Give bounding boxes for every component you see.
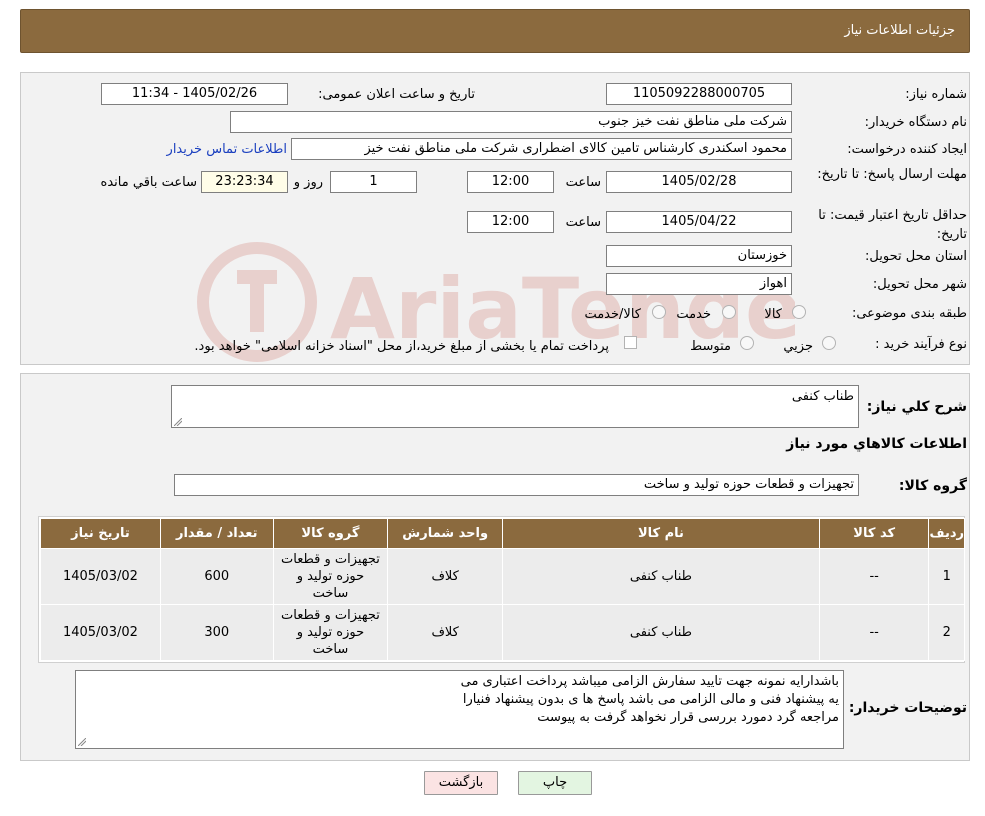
province-field: خوزستان bbox=[606, 245, 792, 267]
general-desc-label: شرح كلي نياز: bbox=[866, 399, 967, 415]
cell-unit: کلاف bbox=[387, 604, 504, 661]
process-minor-label: جزیي bbox=[783, 339, 813, 354]
col-header-product-group: گروه کالا bbox=[272, 518, 389, 549]
city-label: شهر محل تحویل: bbox=[872, 277, 967, 292]
cell-product-group: تجهیزات و قطعات حوزه تولید و ساخت bbox=[272, 548, 389, 605]
col-header-unit: واحد شمارش bbox=[387, 518, 504, 549]
need-number-label: شماره نیاز: bbox=[905, 87, 967, 102]
desc-resize-handle-icon[interactable] bbox=[174, 418, 182, 426]
category-label: طبقه بندی موضوعی: bbox=[851, 306, 967, 321]
category-goods-label: کالا bbox=[764, 307, 782, 322]
table-header-row: رديف کد کالا نام کالا واحد شمارش گروه کا… bbox=[40, 518, 965, 549]
cell-product-code: -- bbox=[818, 548, 930, 605]
col-header-row-number: رديف bbox=[928, 518, 965, 549]
table-row: 1 -- طناب کنفی کلاف تجهیزات و قطعات حوزه… bbox=[40, 548, 965, 605]
cell-need-date: 1405/03/02 bbox=[40, 548, 161, 605]
remaining-time-label: ساعت باقي مانده bbox=[100, 175, 197, 190]
cell-row-number: 2 bbox=[928, 604, 965, 661]
product-group-field: تجهیزات و قطعات حوزه تولید و ساخت bbox=[174, 474, 859, 496]
buyer-notes-field[interactable]: باشدارایه نمونه جهت تایید سفارش الزامی م… bbox=[75, 670, 844, 749]
notes-resize-handle-icon[interactable] bbox=[78, 738, 86, 746]
items-table: رديف کد کالا نام کالا واحد شمارش گروه کا… bbox=[40, 518, 965, 661]
category-goods-radio[interactable] bbox=[792, 305, 806, 319]
col-header-product-code: کد کالا bbox=[818, 518, 930, 549]
buyer-contact-link[interactable]: اطلاعات تماس خریدار bbox=[167, 142, 287, 157]
category-service-radio[interactable] bbox=[722, 305, 736, 319]
buyer-org-field: شرکت ملی مناطق نفت خیز جنوب bbox=[230, 111, 792, 133]
buyer-notes-line-3: مراجعه گرد دمورد بررسی قرار نخواهد گرفت … bbox=[537, 710, 839, 725]
cell-row-number: 1 bbox=[928, 548, 965, 605]
buyer-notes-line-1: باشدارایه نمونه جهت تایید سفارش الزامی م… bbox=[460, 674, 839, 689]
col-header-need-date: تاریخ نیاز bbox=[40, 518, 161, 549]
col-header-product-name: نام کالا bbox=[502, 518, 820, 549]
deadline-time-field: 12:00 bbox=[467, 171, 554, 193]
city-field: اهواز bbox=[606, 273, 792, 295]
treasury-payment-checkbox[interactable] bbox=[624, 336, 637, 349]
category-goods-service-radio[interactable] bbox=[652, 305, 666, 319]
need-number-field: 1105092288000705 bbox=[606, 83, 792, 105]
process-minor-radio[interactable] bbox=[822, 336, 836, 350]
deadline-date-field: 1405/02/28 bbox=[606, 171, 792, 193]
page-title: جزئیات اطلاعات نیاز bbox=[844, 23, 955, 38]
product-group-label: گروه کالا: bbox=[898, 478, 967, 494]
buyer-notes-line-2: یه پیشنهاد فنی و مالی الزامی می باشد پاس… bbox=[462, 692, 839, 707]
remaining-time-field: 23:23:34 bbox=[201, 171, 288, 193]
back-button[interactable]: بازگشت bbox=[424, 771, 498, 795]
page-header: جزئیات اطلاعات نیاز bbox=[20, 9, 970, 53]
items-section-title: اطلاعات كالاهاي مورد نياز bbox=[786, 436, 967, 452]
cell-product-name: طناب کنفی bbox=[502, 604, 820, 661]
days-remaining-field: 1 bbox=[330, 171, 417, 193]
announce-datetime-label: تاریخ و ساعت اعلان عمومی: bbox=[318, 87, 475, 102]
process-type-label: نوع فرآیند خرید : bbox=[875, 337, 967, 352]
validity-time-label: ساعت bbox=[565, 215, 601, 230]
general-desc-text: طناب کنفی bbox=[791, 389, 854, 404]
validity-time-field: 12:00 bbox=[467, 211, 554, 233]
category-service-label: خدمت bbox=[676, 307, 711, 322]
treasury-payment-note: پرداخت تمام یا بخشی از مبلغ خرید،از محل … bbox=[194, 339, 609, 354]
validity-date-field: 1405/04/22 bbox=[606, 211, 792, 233]
cell-quantity: 600 bbox=[159, 548, 274, 605]
cell-product-group: تجهیزات و قطعات حوزه تولید و ساخت bbox=[272, 604, 389, 661]
cell-product-name: طناب کنفی bbox=[502, 548, 820, 605]
province-label: استان محل تحویل: bbox=[865, 249, 967, 264]
deadline-time-label: ساعت bbox=[565, 175, 601, 190]
process-medium-radio[interactable] bbox=[740, 336, 754, 350]
category-goods-service-label: کالا/خدمت bbox=[584, 307, 641, 322]
requester-label: ایجاد کننده درخواست: bbox=[847, 142, 967, 157]
general-desc-field[interactable]: طناب کنفی bbox=[171, 385, 859, 428]
cell-product-code: -- bbox=[818, 604, 930, 661]
table-row: 2 -- طناب کنفی کلاف تجهیزات و قطعات حوزه… bbox=[40, 604, 965, 661]
print-button[interactable]: چاپ bbox=[518, 771, 592, 795]
days-label: روز و bbox=[293, 175, 323, 190]
buyer-notes-label: توضیحات خریدار: bbox=[848, 700, 967, 716]
cell-unit: کلاف bbox=[387, 548, 504, 605]
deadline-label: مهلت ارسال پاسخ: تا تاریخ: bbox=[817, 167, 967, 182]
cell-quantity: 300 bbox=[159, 604, 274, 661]
buyer-org-label: نام دستگاه خریدار: bbox=[864, 115, 967, 130]
price-validity-label: حداقل تاریخ اعتبار قیمت: تا تاریخ: bbox=[818, 208, 967, 242]
process-medium-label: متوسط bbox=[690, 339, 731, 354]
announce-datetime-field: 1405/02/26 - 11:34 bbox=[101, 83, 288, 105]
col-header-quantity: تعداد / مقدار bbox=[159, 518, 274, 549]
cell-need-date: 1405/03/02 bbox=[40, 604, 161, 661]
items-table-wrapper: رديف کد کالا نام کالا واحد شمارش گروه کا… bbox=[38, 516, 965, 663]
requester-field: محمود اسکندری کارشناس تامین کالای اضطرار… bbox=[291, 138, 792, 160]
